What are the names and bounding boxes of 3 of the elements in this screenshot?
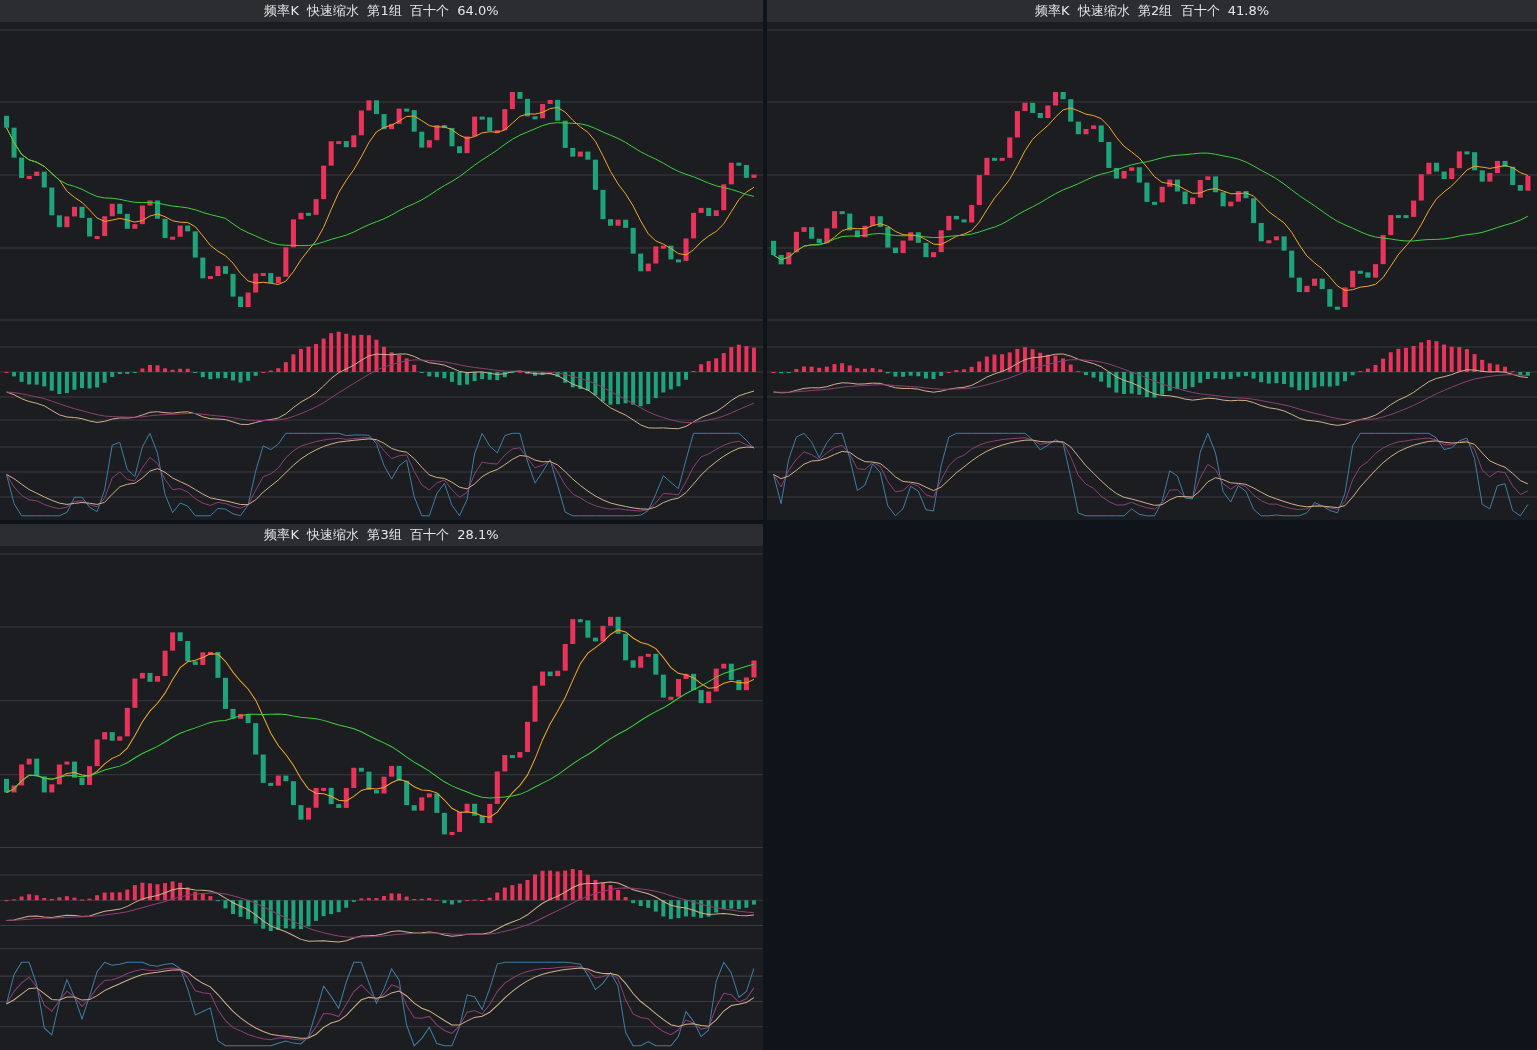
chart-title: 频率K 快速缩水 第2组 百十个 41.8% <box>767 0 1537 22</box>
chart-title: 频率K 快速缩水 第1组 百十个 64.0% <box>0 0 763 22</box>
chart-title: 频率K 快速缩水 第3组 百十个 28.1% <box>0 524 763 546</box>
